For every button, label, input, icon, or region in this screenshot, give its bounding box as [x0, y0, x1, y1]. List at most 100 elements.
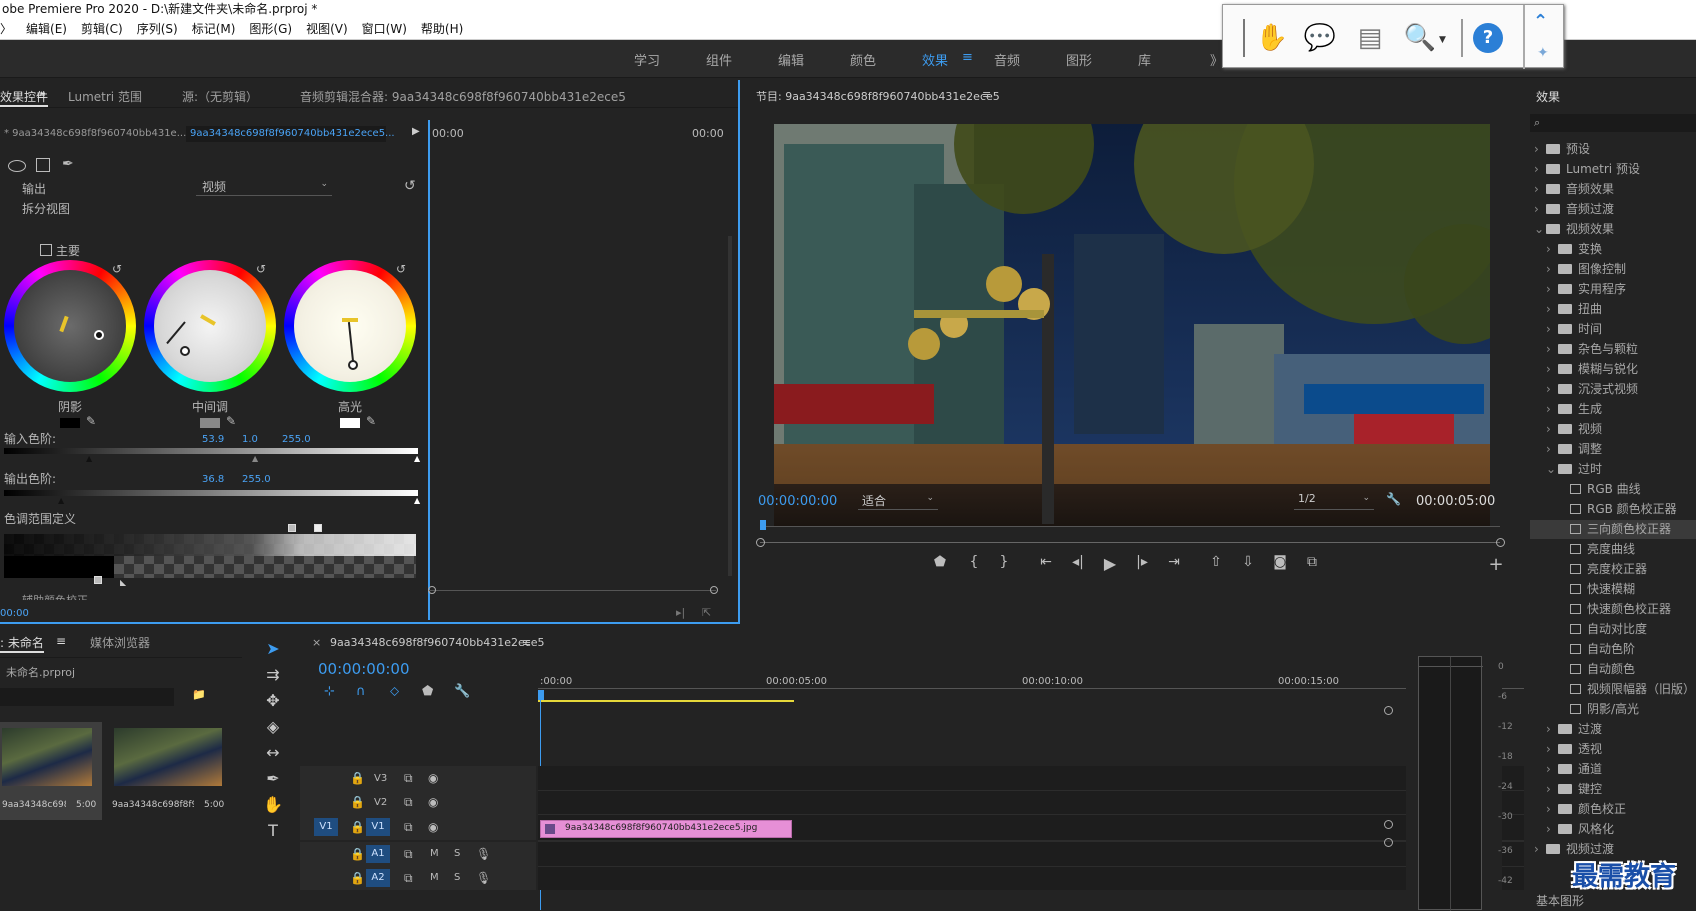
effects-tree-item[interactable]: 视频限幅器（旧版）: [1558, 680, 1695, 699]
export-icon[interactable]: ⇱: [702, 606, 711, 619]
tab-media-browser[interactable]: 媒体浏览器: [90, 634, 150, 651]
effects-tree-item[interactable]: 自动颜色: [1558, 660, 1635, 679]
effects-search-input[interactable]: ⌕: [1530, 114, 1696, 132]
input-level-black[interactable]: 53.9: [202, 434, 224, 445]
effects-tree-item[interactable]: 快速模糊: [1558, 580, 1635, 599]
effects-tree-item[interactable]: 三向颜色校正器: [1530, 520, 1696, 539]
play-only-icon[interactable]: ▶: [412, 126, 420, 137]
project-item-selected[interactable]: 9aa34348c698f8f9... 5:00: [0, 722, 102, 820]
tab-source[interactable]: 源:（无剪辑）: [182, 88, 258, 105]
pen-tool-icon[interactable]: ✒: [262, 768, 284, 790]
resolution-select[interactable]: 1/2 ⌄: [1294, 492, 1374, 510]
eyedropper-icon[interactable]: ✎: [226, 414, 236, 428]
sequence-tab[interactable]: 9aa34348c698f8f960740bb431e2ece5: [330, 636, 545, 649]
chevron-right-icon[interactable]: ›: [1546, 762, 1558, 776]
timeline-settings-icon[interactable]: 🔧: [454, 684, 470, 699]
microphone-icon[interactable]: 🎙: [476, 847, 491, 861]
chevron-right-icon[interactable]: ›: [1546, 242, 1558, 256]
effects-tree-item[interactable]: › 通道: [1546, 760, 1602, 779]
button-editor-icon[interactable]: +: [1484, 554, 1508, 575]
effects-tree-item[interactable]: 阴影/高光: [1558, 700, 1639, 719]
track-target-v1[interactable]: V1: [366, 818, 390, 836]
add-marker-icon[interactable]: ⬟: [928, 554, 952, 570]
export-frame-icon[interactable]: ◙: [1268, 554, 1292, 570]
chevron-right-icon[interactable]: ›: [1534, 142, 1546, 156]
program-monitor-title[interactable]: 节目: 9aa34348c698f8f960740bb431e2ece5: [756, 88, 1000, 104]
effects-tree-item[interactable]: ⌄ 视频效果: [1534, 220, 1614, 239]
effects-tree-item[interactable]: 亮度曲线: [1558, 540, 1635, 559]
tab-menu-icon[interactable]: ≡: [36, 88, 46, 102]
effects-tree-item[interactable]: › 视频: [1546, 420, 1602, 439]
menu-item-window[interactable]: 窗口(W): [362, 20, 407, 37]
workspace-color[interactable]: 颜色: [850, 50, 876, 69]
effects-tree-item[interactable]: › 音频效果: [1534, 180, 1614, 199]
tab-audio-clip-mixer[interactable]: 音频剪辑混合器: 9aa34348c698f8f960740bb431e2ece…: [300, 88, 626, 105]
effects-tree-item[interactable]: 亮度校正器: [1558, 560, 1647, 579]
fit-select[interactable]: 适合 ⌄: [858, 492, 938, 510]
tonal-range-handle[interactable]: [288, 524, 296, 532]
sequence-clip-label[interactable]: 9aa34348c698f8f960740bb431e2ece5...: [186, 126, 395, 142]
effects-tree-item[interactable]: › 音频过渡: [1534, 200, 1614, 219]
tonal-range-handle[interactable]: [94, 576, 102, 584]
tab-project[interactable]: : 未命名: [0, 634, 44, 653]
effects-tree-item[interactable]: RGB 颜色校正器: [1558, 500, 1677, 519]
effects-tree-item[interactable]: 快速颜色校正器: [1558, 600, 1671, 619]
play-icon[interactable]: ▶: [1098, 554, 1122, 573]
effects-tree-item[interactable]: › 生成: [1546, 400, 1602, 419]
scroll-handle[interactable]: [1496, 538, 1505, 547]
effects-tree-item[interactable]: › 调整: [1546, 440, 1602, 459]
workspace-libraries[interactable]: 库: [1138, 50, 1151, 69]
sync-lock-icon[interactable]: ⧉: [404, 871, 413, 886]
workspace-menu-icon[interactable]: ≡: [962, 50, 973, 65]
timeline-clip-v1[interactable]: 9aa34348c698f8f960740bb431e2ece5.jpg: [540, 820, 792, 838]
lock-icon[interactable]: 🔒: [350, 771, 365, 785]
chevron-right-icon[interactable]: ›: [1546, 362, 1558, 376]
lift-icon[interactable]: ⇧: [1204, 554, 1228, 570]
slider-handle[interactable]: ▲: [414, 454, 420, 463]
highlights-color-wheel[interactable]: [284, 260, 416, 392]
razor-tool-icon[interactable]: ◈: [262, 716, 284, 738]
workspace-learn[interactable]: 学习: [634, 50, 660, 69]
input-level-gray[interactable]: 1.0: [242, 434, 258, 445]
ripple-edit-tool-icon[interactable]: ✥: [262, 690, 284, 712]
effects-tree-item[interactable]: › 实用程序: [1546, 280, 1626, 299]
chevron-right-icon[interactable]: ›: [1534, 202, 1546, 216]
chevron-right-icon[interactable]: ›: [1546, 442, 1558, 456]
eye-icon[interactable]: ◉: [428, 795, 438, 809]
menu-item-clip[interactable]: 剪辑(C): [81, 20, 123, 37]
input-level-white[interactable]: 255.0: [282, 434, 311, 445]
toolbar-grip[interactable]: [1243, 19, 1245, 57]
effects-tree-item[interactable]: › 图像控制: [1546, 260, 1626, 279]
effects-tree-item[interactable]: › 杂色与颗粒: [1546, 340, 1638, 359]
effects-tree-item[interactable]: 自动色阶: [1558, 640, 1635, 659]
output-level-black[interactable]: 36.8: [202, 474, 224, 485]
midtones-color-wheel[interactable]: [144, 260, 276, 392]
chevron-right-icon[interactable]: ›: [1546, 402, 1558, 416]
highlights-reset-icon[interactable]: ↺: [396, 262, 406, 276]
step-back-icon[interactable]: ◂|: [1066, 554, 1090, 570]
chevron-right-icon[interactable]: ›: [1546, 262, 1558, 276]
effects-tree-item[interactable]: RGB 曲线: [1558, 480, 1641, 499]
step-forward-icon[interactable]: |▸: [1130, 554, 1154, 570]
highlights-swatch[interactable]: [340, 418, 360, 428]
scroll-handle[interactable]: [756, 538, 765, 547]
slip-tool-icon[interactable]: ↔: [262, 742, 284, 764]
output-levels-slider[interactable]: [4, 490, 418, 496]
program-video-frame[interactable]: [774, 124, 1490, 527]
mini-scrollbar[interactable]: [428, 590, 716, 591]
new-bin-icon[interactable]: 📁: [192, 688, 206, 701]
mark-out-icon[interactable]: }: [992, 554, 1016, 570]
tonal-range-handle[interactable]: [314, 524, 322, 532]
effects-tree-item[interactable]: › 模糊与锐化: [1546, 360, 1638, 379]
ellipse-mask-icon[interactable]: [8, 160, 26, 172]
search-page-icon[interactable]: 🔍: [1403, 21, 1437, 55]
chevron-right-icon[interactable]: ›: [1546, 422, 1558, 436]
slider-handle[interactable]: ▲: [414, 496, 420, 505]
work-area-bar[interactable]: [538, 700, 794, 702]
eyedropper-icon[interactable]: ✎: [86, 414, 96, 428]
chevron-right-icon[interactable]: ›: [1534, 182, 1546, 196]
output-level-white[interactable]: 255.0: [242, 474, 271, 485]
chevron-right-icon[interactable]: ›: [1546, 722, 1558, 736]
pen-mask-icon[interactable]: ✒: [62, 156, 74, 172]
track-target-a1[interactable]: A1: [366, 845, 390, 863]
